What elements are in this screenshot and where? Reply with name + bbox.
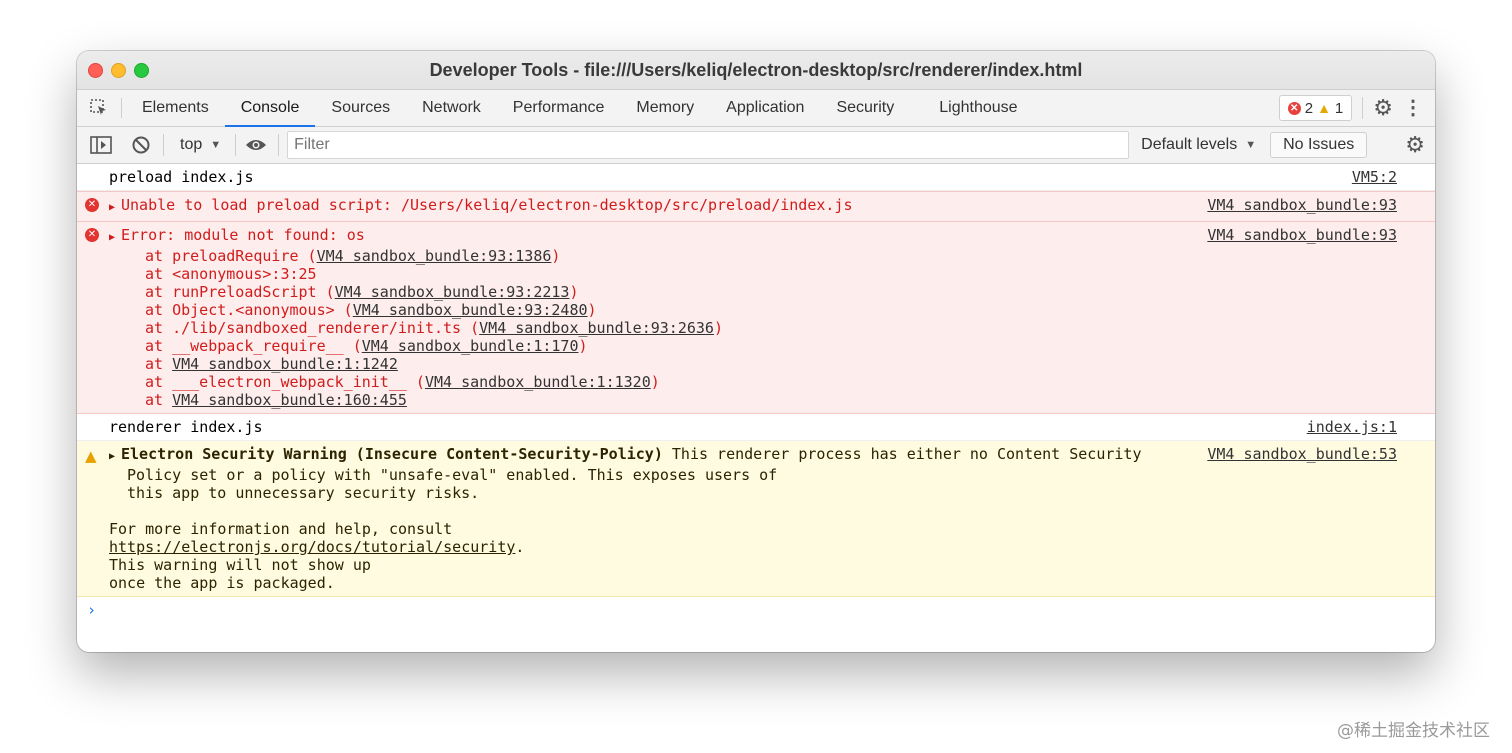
warning-text: this app to unnecessary security risks. <box>127 484 480 502</box>
stack-frame-link[interactable]: VM4 sandbox_bundle:160:455 <box>172 391 407 409</box>
error-count: 2 <box>1304 99 1314 117</box>
context-selector[interactable]: top ▼ <box>170 136 231 154</box>
stack-frame-link[interactable]: VM4 sandbox_bundle:93:2636 <box>479 319 714 337</box>
tab-console[interactable]: Console <box>224 90 316 127</box>
source-link[interactable]: index.js:1 <box>1307 418 1397 436</box>
tab-performance[interactable]: Performance <box>497 90 621 126</box>
expand-triangle-icon[interactable]: ▶ <box>109 229 121 247</box>
inspect-element-button[interactable] <box>77 90 121 126</box>
error-message: ✕ ▶ Unable to load preload script: /Users… <box>77 191 1435 222</box>
error-icon: ✕ <box>1287 101 1301 115</box>
stack-frame-link[interactable]: VM4 sandbox_bundle:93:1386 <box>317 247 552 265</box>
divider <box>121 98 122 118</box>
message-text: Error: module not found: os <box>121 226 365 244</box>
tab-bar-actions: ✕ 2 ▲ 1 ⚙ ⋮ <box>1278 90 1435 126</box>
log-message: preload index.js VM5:2 <box>77 164 1435 191</box>
panel-tab-bar: Elements Console Sources Network Perform… <box>77 90 1435 127</box>
watermark: @稀土掘金技术社区 <box>1337 721 1490 741</box>
warning-text: For more information and help, consult <box>109 520 453 538</box>
message-text: renderer index.js <box>109 418 263 436</box>
message-text: Unable to load preload script: /Users/ke… <box>121 196 853 214</box>
prompt-chevron-icon: › <box>87 601 97 619</box>
tab-security[interactable]: Security <box>820 90 910 126</box>
expand-triangle-icon[interactable]: ▶ <box>109 448 121 466</box>
source-link[interactable]: VM4 sandbox_bundle:93 <box>1207 226 1397 244</box>
stack-frame: at VM4 sandbox_bundle:1:1242 <box>145 355 398 373</box>
error-icon: ✕ <box>85 228 99 242</box>
console-settings-gear-icon[interactable]: ⚙ <box>1405 132 1425 158</box>
stack-frame-link[interactable]: VM4 sandbox_bundle:1:1320 <box>425 373 651 391</box>
log-message: renderer index.js index.js:1 <box>77 414 1435 441</box>
tab-sources[interactable]: Sources <box>315 90 406 126</box>
divider <box>235 134 237 156</box>
stack-trace: at preloadRequire (VM4 sandbox_bundle:93… <box>109 247 1397 409</box>
log-levels-dropdown[interactable]: Default levels ▼ <box>1141 136 1256 154</box>
window-title: Developer Tools - file:///Users/keliq/el… <box>429 60 1083 80</box>
clear-console-icon[interactable] <box>125 135 157 155</box>
sidebar-toggle-icon[interactable] <box>85 136 117 154</box>
console-messages: preload index.js VM5:2 ✕ ▶ Unable to load… <box>77 164 1435 623</box>
expand-triangle-icon[interactable]: ▶ <box>109 199 121 217</box>
tab-application[interactable]: Application <box>710 90 820 126</box>
warning-text: Policy set or a policy with "unsafe-eval… <box>127 466 778 484</box>
warning-text: This renderer process has either no Cont… <box>662 445 1142 463</box>
divider <box>278 134 280 156</box>
error-message: ✕ ▶ Error: module not found: os VM4 sandb… <box>77 222 1435 414</box>
more-options-icon[interactable]: ⋮ <box>1403 98 1423 118</box>
log-levels-label: Default levels <box>1141 136 1238 153</box>
stack-frame: at runPreloadScript (VM4 sandbox_bundle:… <box>145 283 579 301</box>
divider <box>163 134 164 156</box>
warning-icon: ▲ <box>1317 100 1331 116</box>
tab-memory[interactable]: Memory <box>620 90 710 126</box>
tab-elements[interactable]: Elements <box>126 90 225 126</box>
stack-frame: at preloadRequire (VM4 sandbox_bundle:93… <box>145 247 561 265</box>
stack-frame: at ./lib/sandboxed_renderer/init.ts (VM4… <box>145 319 723 337</box>
stack-frame-link[interactable]: VM4 sandbox_bundle:1:1242 <box>172 355 398 373</box>
stack-frame-link[interactable]: VM4 sandbox_bundle:93:2480 <box>353 301 588 319</box>
stack-frame: at ___electron_webpack_init__ (VM4 sandb… <box>145 373 660 391</box>
stack-frame-link[interactable]: VM4 sandbox_bundle:93:2213 <box>335 283 570 301</box>
console-prompt[interactable]: › <box>77 597 1435 623</box>
settings-gear-icon[interactable]: ⚙ <box>1373 97 1393 119</box>
console-toolbar: top ▼ Default levels ▼ No Issues ⚙ <box>77 127 1435 164</box>
warning-message: ▲ ▶ Electron Security Warning (Insecure C… <box>77 441 1435 597</box>
stack-frame-link[interactable]: VM4 sandbox_bundle:1:170 <box>362 337 579 355</box>
inspect-cursor-icon <box>90 99 106 115</box>
dropdown-caret-icon: ▼ <box>1245 139 1257 151</box>
dropdown-caret-icon: ▼ <box>210 139 222 151</box>
warning-icon: ▲ <box>85 447 97 465</box>
issues-button[interactable]: No Issues <box>1270 132 1368 158</box>
context-label: top <box>180 136 203 153</box>
security-docs-link[interactable]: https://electronjs.org/docs/tutorial/sec… <box>109 538 515 556</box>
stack-frame: at VM4 sandbox_bundle:160:455 <box>145 391 407 409</box>
warning-text: once the app is packaged. <box>109 574 335 592</box>
source-link[interactable]: VM4 sandbox_bundle:93 <box>1207 196 1397 214</box>
stack-frame: at __webpack_require__ (VM4 sandbox_bund… <box>145 337 588 355</box>
tab-lighthouse[interactable]: Lighthouse <box>923 90 1033 126</box>
warning-body: Policy set or a policy with "unsafe-eval… <box>109 466 1397 502</box>
devtools-window: Developer Tools - file:///Users/keliq/el… <box>77 51 1435 652</box>
warning-count: 1 <box>1334 99 1344 117</box>
divider <box>1362 97 1364 119</box>
message-text: preload index.js <box>109 168 254 186</box>
tab-network[interactable]: Network <box>406 90 497 126</box>
filter-input[interactable] <box>287 131 1130 159</box>
warning-text: This warning will not show up <box>109 556 371 574</box>
issue-counter[interactable]: ✕ 2 ▲ 1 <box>1278 95 1353 121</box>
error-icon: ✕ <box>85 198 99 212</box>
live-expression-eye-icon[interactable] <box>240 138 272 152</box>
stack-frame: at Object.<anonymous> (VM4 sandbox_bundl… <box>145 301 597 319</box>
warning-title: Electron Security Warning (Insecure Cont… <box>121 445 663 463</box>
title-bar: Developer Tools - file:///Users/keliq/el… <box>77 51 1435 90</box>
source-link[interactable]: VM5:2 <box>1352 168 1397 186</box>
source-link[interactable]: VM4 sandbox_bundle:53 <box>1207 445 1397 463</box>
stack-frame: at <anonymous>:3:25 <box>145 265 317 283</box>
